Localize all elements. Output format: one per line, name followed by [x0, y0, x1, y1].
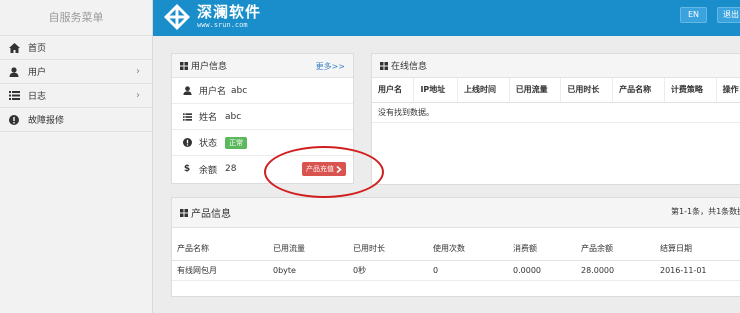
brand-name: 深澜软件: [197, 3, 262, 21]
brand-url: www.srun.com: [197, 21, 248, 29]
username-label: 用户名: [199, 87, 227, 97]
logo-icon: [164, 4, 190, 30]
table-cell: 0byte: [268, 260, 348, 281]
table-cell: 有线网包月: [172, 260, 268, 281]
list-icon: [8, 90, 20, 102]
sidebar-item-home[interactable]: 首页: [0, 36, 152, 60]
table-cell: 2016-11-01: [655, 260, 740, 281]
sidebar-item-label: 日志: [28, 92, 47, 102]
table-row: 没有找到数据。: [372, 102, 740, 123]
chevron-right-icon: ›: [136, 90, 140, 101]
sidebar-item-log[interactable]: 日志 ›: [0, 84, 152, 108]
chevron-right-icon: ›: [136, 66, 140, 77]
product-info-panel: 产品信息 第1-1条，共1条数据 产品名称 已用流量 已用时长 使用次数 消费额…: [171, 197, 740, 297]
dollar-icon: $: [183, 164, 191, 174]
user-icon: [182, 86, 192, 95]
column-header: 使用次数: [428, 238, 508, 261]
status-label: 状态: [199, 139, 218, 149]
online-table: 用户名 IP地址 上线时间 已用流量 已用时长 产品名称 计费策略 操作 没有找…: [372, 78, 740, 123]
table-cell: 0.0000: [508, 260, 576, 281]
empty-message: 没有找到数据。: [372, 102, 740, 123]
username-value: abc: [231, 85, 248, 96]
sidebar: 自服务菜单 首页 用户 › 日志 › 故障报修: [0, 0, 153, 313]
grid-icon: [380, 61, 388, 70]
sidebar-item-label: 用户: [28, 68, 47, 78]
user-info-header: 用户信息 更多>>: [172, 54, 353, 78]
panel-title: 在线信息: [391, 62, 428, 72]
column-header: 结算日期: [655, 238, 740, 261]
username-row: 用户名 abc: [172, 78, 353, 104]
sidebar-item-label: 首页: [28, 44, 47, 54]
table-header-row: 用户名 IP地址 上线时间 已用流量 已用时长 产品名称 计费策略 操作: [372, 78, 740, 103]
balance-value: 28: [225, 164, 237, 174]
grid-icon: [180, 208, 188, 217]
column-header: 操作: [716, 78, 740, 103]
language-button[interactable]: EN: [680, 7, 707, 23]
column-header: IP地址: [413, 78, 458, 103]
more-link[interactable]: 更多>>: [316, 61, 345, 72]
table-cell: 0: [428, 260, 508, 281]
sidebar-item-label: 故障报修: [28, 116, 65, 126]
name-row: 姓名 abc: [172, 104, 353, 130]
sidebar-item-repair[interactable]: 故障报修: [0, 108, 152, 132]
table-cell: 0秒: [348, 260, 428, 281]
column-header: 已用流量: [268, 238, 348, 261]
product-info-header: 产品信息: [172, 198, 740, 228]
pagination-summary: 第1-1条，共1条数据: [671, 207, 740, 216]
name-label: 姓名: [199, 113, 218, 123]
column-header: 已用流量: [509, 78, 562, 103]
brand-logo: 深澜软件 www.srun.com: [163, 3, 261, 31]
column-header: 已用时长: [560, 78, 614, 103]
list-icon: [182, 112, 192, 121]
online-info-panel: 在线信息 用户名 IP地址 上线时间 已用流量 已用时长 产品名称 计费策略 操…: [371, 53, 740, 185]
column-header: 上线时间: [457, 78, 510, 103]
logout-button[interactable]: 退出: [717, 7, 740, 23]
product-table: 产品名称 已用流量 已用时长 使用次数 消费额 产品余额 结算日期 有线网包月 …: [172, 238, 740, 281]
column-header: 产品名称: [612, 78, 665, 103]
info-circle-icon: [8, 114, 20, 126]
name-value: abc: [225, 111, 242, 122]
online-info-header: 在线信息: [372, 54, 740, 78]
user-icon: [8, 66, 20, 78]
grid-icon: [180, 61, 188, 70]
table-row: 有线网包月 0byte 0秒 0 0.0000 28.0000 2016-11-…: [172, 260, 740, 281]
home-icon: [8, 42, 20, 54]
top-bar: 深澜软件 www.srun.com EN 退出: [153, 0, 740, 36]
column-header: 用户名: [372, 78, 415, 103]
annotation-ellipse: [264, 146, 384, 198]
column-header: 产品余额: [576, 238, 655, 261]
panel-title: 用户信息: [191, 62, 228, 72]
table-header-row: 产品名称 已用流量 已用时长 使用次数 消费额 产品余额 结算日期: [172, 238, 740, 261]
column-header: 计费策略: [664, 78, 717, 103]
panel-title: 产品信息: [191, 209, 231, 220]
column-header: 已用时长: [348, 238, 428, 261]
table-cell: 28.0000: [576, 260, 655, 281]
balance-label: 余额: [199, 165, 218, 176]
info-circle-icon: [182, 138, 192, 147]
sidebar-title: 自服务菜单: [0, 0, 152, 36]
column-header: 产品名称: [172, 238, 268, 261]
sidebar-item-user[interactable]: 用户 ›: [0, 60, 152, 84]
status-badge: 正常: [225, 136, 247, 149]
column-header: 消费额: [508, 238, 576, 261]
